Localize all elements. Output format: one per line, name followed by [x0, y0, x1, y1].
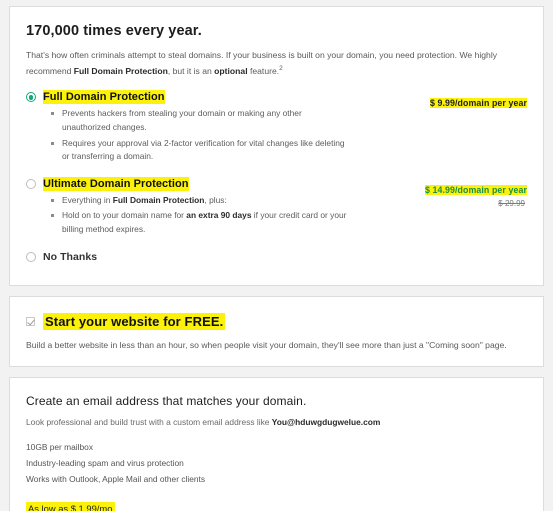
checkbox-start-website[interactable]	[26, 316, 35, 326]
feature-bold: Full Domain Protection	[112, 194, 205, 205]
lede-bold-2: optional	[214, 65, 248, 76]
radio-ultimate-domain-protection[interactable]	[26, 178, 36, 189]
price-full-domain-protection: $ 9.99/domain per year	[429, 93, 527, 111]
page-title: 170,000 times every year.	[26, 23, 202, 39]
domain-protection-card: 170,000 times every year. That's how oft…	[9, 6, 544, 286]
email-example-address: You@hduwgdugwelue.com	[271, 417, 381, 428]
option-header[interactable]: No Thanks	[24, 251, 527, 263]
list-item: Works with Outlook, Apple Mail and other…	[26, 473, 206, 484]
radio-no-thanks[interactable]	[26, 251, 36, 262]
lede-text-3: feature.	[247, 65, 280, 76]
feature-text: Requires your approval via 2-factor veri…	[62, 137, 345, 162]
footnote-marker: 2	[279, 64, 283, 72]
upsell-page: 170,000 times every year. That's how oft…	[0, 0, 553, 511]
list-item: 10GB per mailbox	[26, 442, 94, 453]
option-label: Full Domain Protection	[43, 90, 165, 105]
lede-bold-1: Full Domain Protection	[73, 65, 168, 76]
email-sub-text: Look professional and build trust with a…	[26, 417, 272, 428]
price-amount: $ 9.99/domain per year	[429, 98, 527, 109]
start-website-card: Start your website for FREE. Build a bet…	[9, 295, 544, 368]
list-item: Hold on to your domain name for an extra…	[50, 209, 350, 236]
start-website-title: Start your website for FREE.	[43, 312, 226, 330]
feature-list-full: Prevents hackers from stealing your doma…	[50, 107, 527, 163]
list-item: Everything in Full Domain Protection, pl…	[50, 194, 350, 208]
list-item: Prevents hackers from stealing your doma…	[50, 107, 350, 134]
list-item: Industry-leading spam and virus protecti…	[26, 457, 184, 468]
option-full-domain-protection[interactable]: $ 9.99/domain per year Full Domain Prote…	[24, 90, 527, 163]
email-feature-list: 10GB per mailbox Industry-leading spam a…	[26, 440, 527, 487]
price-amount: $ 14.99/domain per year	[424, 184, 527, 195]
option-label: No Thanks	[43, 250, 98, 263]
email-price-note: As low as $ 1.99/mo	[26, 502, 116, 511]
lede-text-2: , but it is an	[167, 65, 215, 76]
option-no-thanks[interactable]: No Thanks	[24, 251, 527, 263]
protection-description: That's how often criminals attempt to st…	[26, 48, 527, 78]
radio-full-domain-protection[interactable]	[26, 92, 36, 103]
option-ultimate-domain-protection[interactable]: $ 14.99/domain per year $ 29.99 Ultimate…	[24, 176, 527, 237]
email-heading: Create an email address that matches you…	[26, 394, 307, 409]
feature-text-tail: , plus:	[204, 194, 227, 205]
option-label: Ultimate Domain Protection	[43, 176, 189, 191]
price-ultimate-domain-protection: $ 14.99/domain per year $ 29.99	[424, 180, 527, 208]
price-original-struck: $ 29.99	[498, 198, 525, 208]
start-website-description: Build a better website in less than an h…	[26, 339, 507, 350]
list-item: Requires your approval via 2-factor veri…	[50, 137, 350, 164]
start-website-header[interactable]: Start your website for FREE.	[26, 312, 527, 330]
feature-bold: an extra 90 days	[186, 210, 252, 221]
email-subheading: Look professional and build trust with a…	[26, 417, 527, 427]
feature-text: Everything in	[62, 194, 113, 205]
email-card: Create an email address that matches you…	[9, 377, 544, 511]
feature-text: Prevents hackers from stealing your doma…	[62, 108, 302, 133]
feature-text: Hold on to your domain name for	[62, 210, 187, 221]
